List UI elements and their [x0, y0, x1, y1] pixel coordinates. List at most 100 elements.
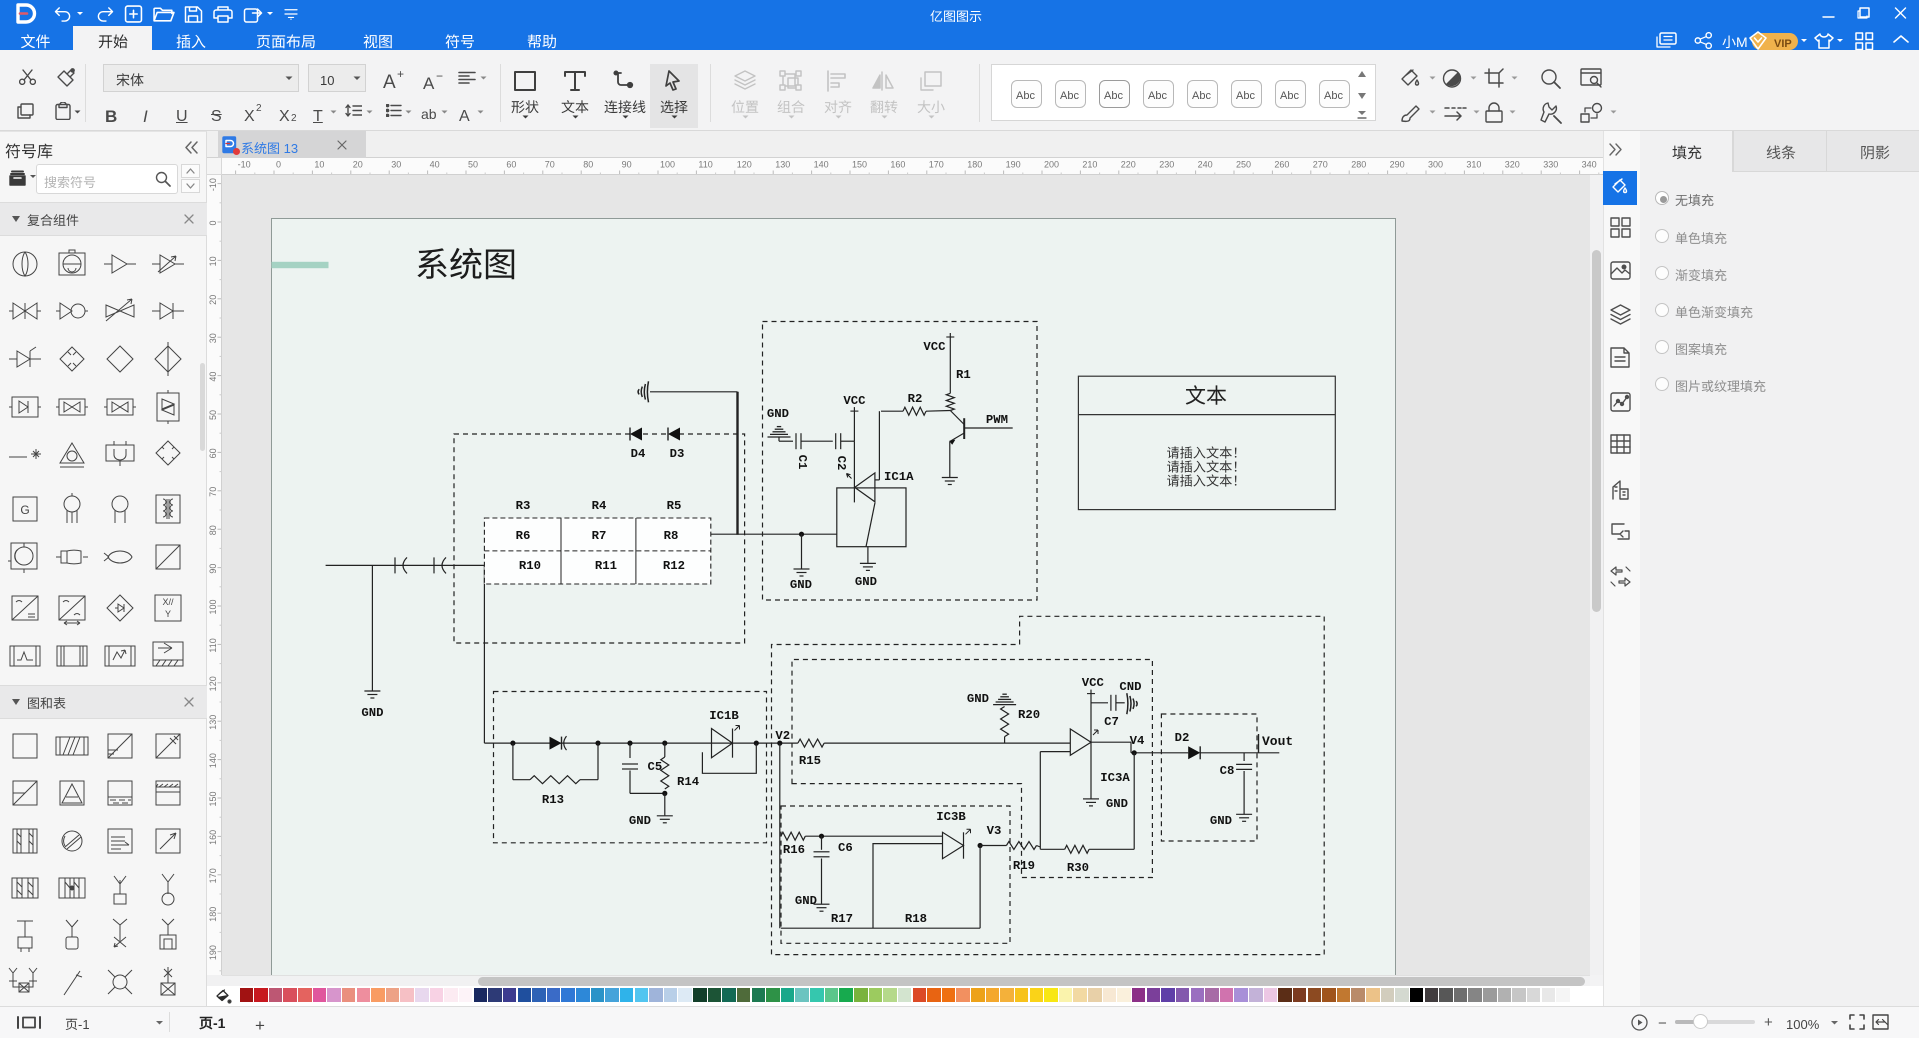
svg-text:210: 210: [1082, 160, 1097, 170]
svg-text:R16: R16: [783, 843, 805, 857]
svg-text:-10: -10: [238, 160, 251, 170]
svg-text:50: 50: [468, 160, 478, 170]
svg-text:260: 260: [1274, 160, 1289, 170]
svg-text:C1: C1: [795, 455, 809, 470]
svg-text:70: 70: [208, 487, 218, 497]
svg-text:20: 20: [353, 160, 363, 170]
svg-text:230: 230: [1159, 160, 1174, 170]
svg-text:R5: R5: [667, 499, 682, 513]
svg-text:140: 140: [208, 753, 218, 768]
svg-text:340: 340: [1582, 160, 1597, 170]
svg-text:VCC: VCC: [1082, 676, 1105, 690]
svg-text:X//: X//: [162, 597, 174, 607]
svg-text:D4: D4: [631, 447, 646, 461]
svg-text:GND: GND: [1210, 814, 1232, 828]
svg-text:VCC: VCC: [923, 340, 946, 354]
svg-text:IC1B: IC1B: [709, 709, 739, 723]
svg-text:PWM: PWM: [986, 413, 1008, 427]
svg-text:R7: R7: [592, 529, 607, 543]
svg-text:310: 310: [1466, 160, 1481, 170]
svg-text:250: 250: [1236, 160, 1251, 170]
svg-text:R30: R30: [1067, 861, 1089, 875]
svg-text:V2: V2: [775, 729, 790, 743]
svg-text:110: 110: [698, 160, 712, 170]
svg-text:70: 70: [545, 160, 555, 170]
svg-text:150: 150: [208, 791, 218, 806]
svg-text:V3: V3: [987, 824, 1002, 838]
svg-text:20: 20: [208, 295, 218, 305]
svg-text:R19: R19: [1013, 859, 1035, 873]
svg-text:0: 0: [276, 160, 281, 170]
svg-text:240: 240: [1198, 160, 1213, 170]
svg-text:290: 290: [1390, 160, 1405, 170]
svg-text:300: 300: [1428, 160, 1443, 170]
svg-text:R10: R10: [519, 559, 541, 573]
svg-text:C7: C7: [1104, 715, 1119, 729]
svg-text:60: 60: [208, 448, 218, 458]
svg-text:190: 190: [1006, 160, 1021, 170]
svg-text:Y: Y: [164, 609, 170, 619]
svg-text:110: 110: [208, 638, 218, 652]
svg-text:60: 60: [506, 160, 516, 170]
svg-text:GND: GND: [790, 578, 812, 592]
svg-text:D2: D2: [1175, 731, 1190, 745]
svg-text:GND: GND: [767, 407, 789, 421]
svg-text:GND: GND: [361, 706, 383, 720]
svg-text:160: 160: [208, 830, 218, 845]
svg-text:G: G: [20, 503, 29, 517]
svg-text:160: 160: [890, 160, 905, 170]
svg-text:IC1A: IC1A: [884, 470, 914, 484]
svg-text:文本: 文本: [1185, 380, 1227, 410]
svg-text:120: 120: [208, 676, 218, 691]
svg-text:80: 80: [208, 525, 218, 535]
svg-text:R1: R1: [956, 368, 971, 382]
svg-text:120: 120: [737, 160, 752, 170]
svg-text:330: 330: [1543, 160, 1558, 170]
svg-text:220: 220: [1121, 160, 1136, 170]
svg-text:R3: R3: [516, 499, 531, 513]
svg-text:R12: R12: [663, 559, 685, 573]
svg-text:-10: -10: [208, 178, 218, 191]
svg-text:D3: D3: [670, 447, 685, 461]
svg-text:190: 190: [208, 945, 218, 960]
svg-text:GND: GND: [967, 692, 989, 706]
svg-text:GND: GND: [795, 894, 817, 908]
svg-text:GND: GND: [1106, 797, 1128, 811]
svg-text:R13: R13: [542, 793, 564, 807]
svg-text:140: 140: [814, 160, 829, 170]
svg-text:180: 180: [967, 160, 982, 170]
svg-text:GND: GND: [855, 575, 877, 589]
svg-text:CND: CND: [1119, 680, 1141, 694]
svg-text:150: 150: [852, 160, 867, 170]
svg-text:80: 80: [583, 160, 593, 170]
svg-text:30: 30: [208, 333, 218, 343]
svg-text:R2: R2: [908, 392, 923, 406]
svg-text:280: 280: [1351, 160, 1366, 170]
svg-text:90: 90: [208, 564, 218, 574]
svg-text:100: 100: [660, 160, 675, 170]
svg-text:C2: C2: [834, 456, 848, 471]
svg-text:100: 100: [208, 599, 218, 614]
svg-text:180: 180: [208, 907, 218, 922]
svg-text:Vout: Vout: [1262, 734, 1293, 749]
svg-text:30: 30: [391, 160, 401, 170]
svg-text:10: 10: [314, 160, 324, 170]
svg-text:GND: GND: [629, 814, 651, 828]
svg-text:40: 40: [208, 372, 218, 382]
svg-text:130: 130: [208, 715, 218, 730]
svg-text:50: 50: [208, 410, 218, 420]
svg-text:R18: R18: [905, 912, 927, 926]
svg-text:C8: C8: [1220, 764, 1235, 778]
svg-text:C5: C5: [648, 760, 663, 774]
svg-text:40: 40: [430, 160, 440, 170]
svg-text:R17: R17: [831, 912, 853, 926]
svg-text:320: 320: [1505, 160, 1520, 170]
svg-text:V4: V4: [1130, 734, 1145, 748]
svg-text:170: 170: [208, 868, 218, 883]
svg-text:C6: C6: [838, 841, 853, 855]
svg-text:R11: R11: [595, 559, 617, 573]
svg-text:R15: R15: [799, 754, 821, 768]
svg-text:R6: R6: [516, 529, 531, 543]
svg-text:系统图: 系统图: [415, 238, 517, 287]
svg-text:0: 0: [208, 220, 218, 225]
